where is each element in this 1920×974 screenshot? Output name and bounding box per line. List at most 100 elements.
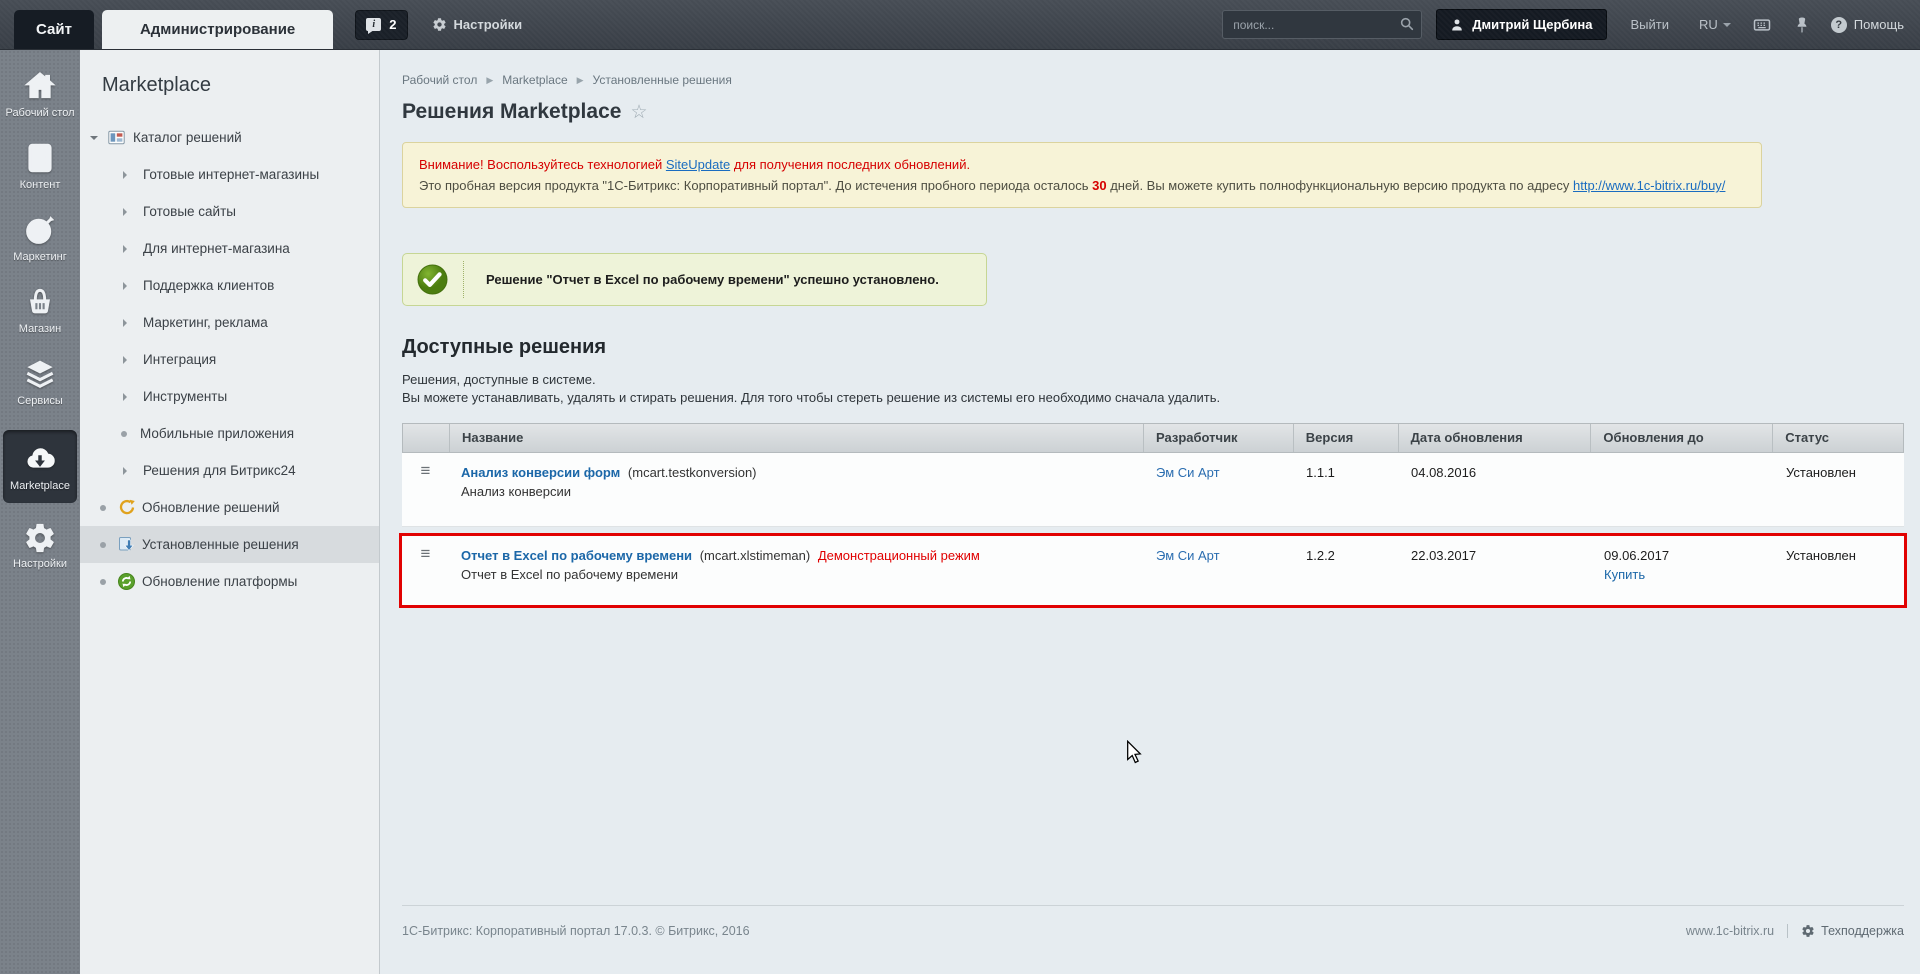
row-menu-icon[interactable]: ≡	[421, 545, 431, 562]
topbar-settings-button[interactable]: Настройки	[432, 17, 523, 32]
rail-item-desktop[interactable]: Рабочий стол	[0, 70, 80, 120]
rail-item-label: Сервисы	[17, 395, 63, 407]
info-bubble-icon: i	[366, 18, 382, 34]
menu-item-label: Поддержка клиентов	[143, 278, 275, 293]
notifications-badge[interactable]: i 2	[355, 9, 408, 40]
cell-status: Установлен	[1786, 548, 1856, 563]
menu-item-mobile-apps[interactable]: Мобильные приложения	[80, 415, 379, 452]
favorite-star-icon[interactable]: ☆	[630, 101, 647, 124]
menu-item-marketing-ads[interactable]: Маркетинг, реклама	[80, 304, 379, 341]
rail-item-store[interactable]: Магазин	[0, 286, 80, 336]
rail-item-content[interactable]: Контент	[0, 142, 80, 192]
page-title: Решения Marketplace	[402, 100, 622, 123]
solution-code: (mcart.testkonversion)	[627, 465, 757, 480]
menu-item-catalog[interactable]: Каталог решений	[80, 119, 379, 156]
cell-name: Отчет в Excel по рабочему времени (mcart…	[449, 536, 1144, 605]
user-icon	[1452, 18, 1462, 31]
topbar: Сайт Администрирование i 2 Настройки Дми…	[0, 0, 1920, 50]
breadcrumb-marketplace[interactable]: Marketplace	[502, 73, 567, 87]
solution-subtitle: Отчет в Excel по рабочему времени	[461, 567, 679, 582]
menu-item-label: Каталог решений	[133, 130, 242, 145]
trial-text: Это пробная версия продукта "1С-Битрикс:…	[419, 178, 1093, 193]
header-status[interactable]: Статус	[1773, 424, 1903, 452]
siteupdate-link[interactable]: SiteUpdate	[666, 157, 730, 172]
cell-updated: 04.08.2016	[1411, 465, 1477, 480]
rail-item-marketplace[interactable]: Marketplace	[3, 430, 77, 503]
chevron-right-icon	[123, 244, 131, 253]
menu-item-for-online-store[interactable]: Для интернет-магазина	[80, 230, 379, 267]
rail-item-label: Контент	[19, 179, 61, 191]
buy-link[interactable]: Купить	[1604, 567, 1645, 582]
pin-icon[interactable]	[1793, 16, 1811, 34]
menu-item-solution-updates[interactable]: Обновление решений	[80, 489, 379, 526]
header-updated[interactable]: Дата обновления	[1399, 424, 1592, 452]
mouse-cursor	[1127, 740, 1142, 764]
menu-item-ready-sites[interactable]: Готовые сайты	[80, 193, 379, 230]
description-line: Вы можете устанавливать, удалять и стира…	[402, 390, 1221, 405]
chevron-right-icon	[123, 392, 131, 401]
trial-warning-box: Внимание! Воспользуйтесь технологией Sit…	[402, 142, 1762, 208]
bullet-icon	[100, 504, 106, 511]
left-rail: Рабочий стол Контент Маркетинг Магазин С…	[0, 50, 80, 974]
row-menu-icon[interactable]: ≡	[421, 462, 431, 479]
solution-link[interactable]: Анализ конверсии форм	[461, 465, 620, 480]
header-updates-until[interactable]: Обновления до	[1591, 424, 1774, 452]
support-link[interactable]: Техподдержка	[1821, 924, 1904, 938]
rail-item-settings[interactable]: Настройки	[0, 521, 80, 571]
menu-item-tools[interactable]: Инструменты	[80, 378, 379, 415]
solution-link[interactable]: Отчет в Excel по рабочему времени	[461, 548, 692, 563]
menu-item-customer-support[interactable]: Поддержка клиентов	[80, 267, 379, 304]
language-selector[interactable]: RU	[1699, 17, 1731, 32]
developer-link[interactable]: Эм Си Арт	[1156, 465, 1220, 480]
rail-item-label: Магазин	[18, 323, 62, 335]
chevron-down-icon[interactable]	[90, 135, 98, 144]
table-row: ≡ Анализ конверсии форм (mcart.testkonve…	[402, 453, 1904, 527]
tab-site[interactable]: Сайт	[14, 10, 94, 49]
chevron-right-icon	[123, 170, 131, 179]
warning-text: для получения последних обновлений.	[730, 157, 971, 172]
warning-line1: Внимание! Воспользуйтесь технологией Sit…	[419, 154, 1745, 175]
menu-item-ready-shops[interactable]: Готовые интернет-магазины	[80, 156, 379, 193]
rail-item-services[interactable]: Сервисы	[0, 358, 80, 408]
header-developer[interactable]: Разработчик	[1144, 424, 1294, 452]
logout-link[interactable]: Выйти	[1631, 17, 1670, 32]
breadcrumb-desktop[interactable]: Рабочий стол	[402, 73, 477, 87]
language-label: RU	[1699, 17, 1718, 32]
help-button[interactable]: ? Помощь	[1830, 16, 1904, 33]
breadcrumb-installed[interactable]: Установленные решения	[593, 73, 732, 87]
header-version[interactable]: Версия	[1294, 424, 1399, 452]
menu-item-installed-solutions[interactable]: Установленные решения	[80, 526, 379, 563]
catalog-icon	[107, 129, 125, 147]
chevron-right-icon	[123, 355, 131, 364]
gear-icon	[0, 521, 80, 555]
developer-link[interactable]: Эм Си Арт	[1156, 548, 1220, 563]
hotkeys-keyboard-icon[interactable]	[1753, 16, 1771, 34]
bitrix-site-link[interactable]: www.1c-bitrix.ru	[1686, 924, 1774, 938]
buy-url-link[interactable]: http://www.1c-bitrix.ru/buy/	[1573, 178, 1725, 193]
success-message: Решение "Отчет в Excel по рабочему време…	[486, 272, 939, 287]
search-icon[interactable]	[1399, 16, 1415, 32]
footer-right: www.1c-bitrix.ru Техподдержка	[1686, 924, 1904, 938]
updates-until-date: 09.06.2017	[1604, 548, 1670, 563]
header-name[interactable]: Название	[450, 424, 1144, 452]
platform-update-icon	[117, 573, 135, 591]
tab-admin[interactable]: Администрирование	[101, 10, 334, 49]
topbar-settings-label: Настройки	[453, 17, 523, 32]
home-icon	[0, 70, 80, 104]
search-input[interactable]	[1222, 10, 1423, 39]
user-button[interactable]: Дмитрий Щербина	[1436, 9, 1607, 40]
menu-item-bitrix24-solutions[interactable]: Решения для Битрикс24	[80, 452, 379, 489]
menu-item-platform-update[interactable]: Обновление платформы	[80, 563, 379, 600]
menu-item-integration[interactable]: Интеграция	[80, 341, 379, 378]
chevron-right-icon	[123, 466, 131, 475]
menu-tree: Каталог решений Готовые интернет-магазин…	[80, 119, 379, 600]
document-icon	[0, 142, 80, 176]
footer-divider	[1787, 924, 1789, 938]
title-row: Решения Marketplace ☆	[402, 100, 1905, 124]
cell-updated: 22.03.2017	[1411, 548, 1477, 563]
cell-updates-until	[1592, 453, 1774, 526]
rail-item-marketing[interactable]: Маркетинг	[0, 214, 80, 264]
menu-item-label: Обновление платформы	[142, 574, 298, 589]
update-solutions-icon	[117, 499, 135, 517]
help-label: Помощь	[1853, 17, 1904, 32]
